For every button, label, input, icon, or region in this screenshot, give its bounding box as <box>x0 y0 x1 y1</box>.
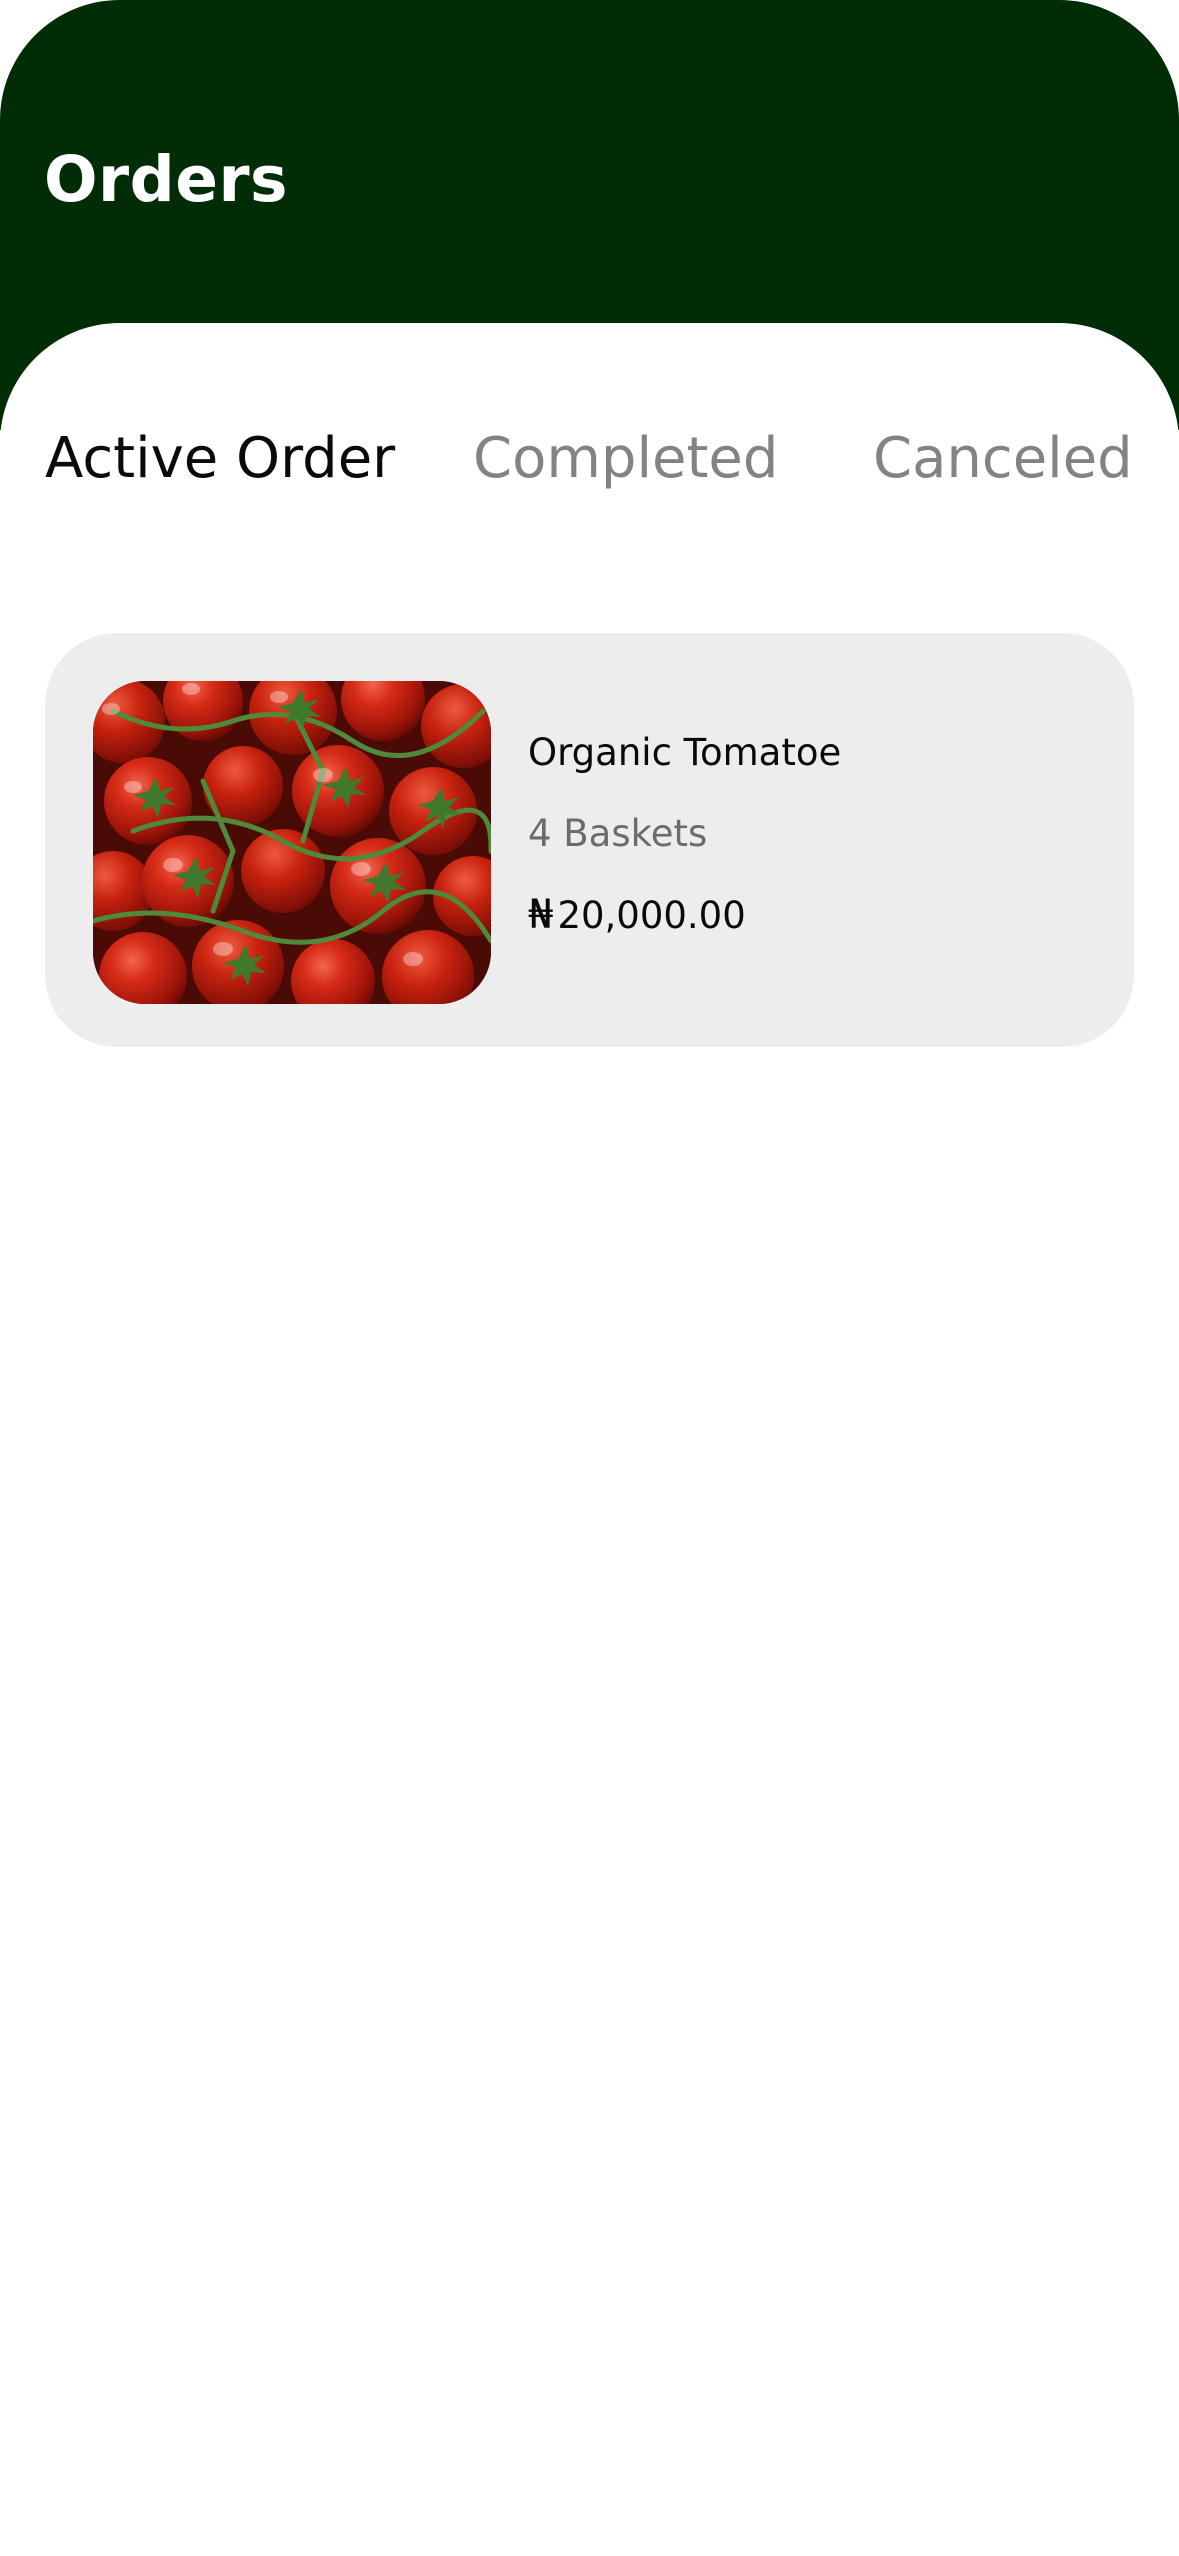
content-sheet: Active Order Completed Canceled Organic … <box>0 323 1179 2556</box>
tab-canceled[interactable]: Canceled <box>873 423 1133 495</box>
tab-completed[interactable]: Completed <box>473 423 778 495</box>
page-title: Orders <box>44 143 289 216</box>
order-card[interactable]: Organic Tomatoe 4 Baskets ₦ 20,000.00 <box>45 633 1134 1047</box>
tomatoes-photo <box>93 681 491 1004</box>
price-amount: 20,000.00 <box>557 894 746 937</box>
product-name: Organic Tomatoe <box>528 731 842 774</box>
product-image <box>93 681 491 1004</box>
tab-active-order[interactable]: Active Order <box>45 423 395 495</box>
product-quantity: 4 Baskets <box>528 812 708 855</box>
product-price: ₦ 20,000.00 <box>528 891 746 940</box>
currency-symbol: ₦ <box>528 892 554 938</box>
